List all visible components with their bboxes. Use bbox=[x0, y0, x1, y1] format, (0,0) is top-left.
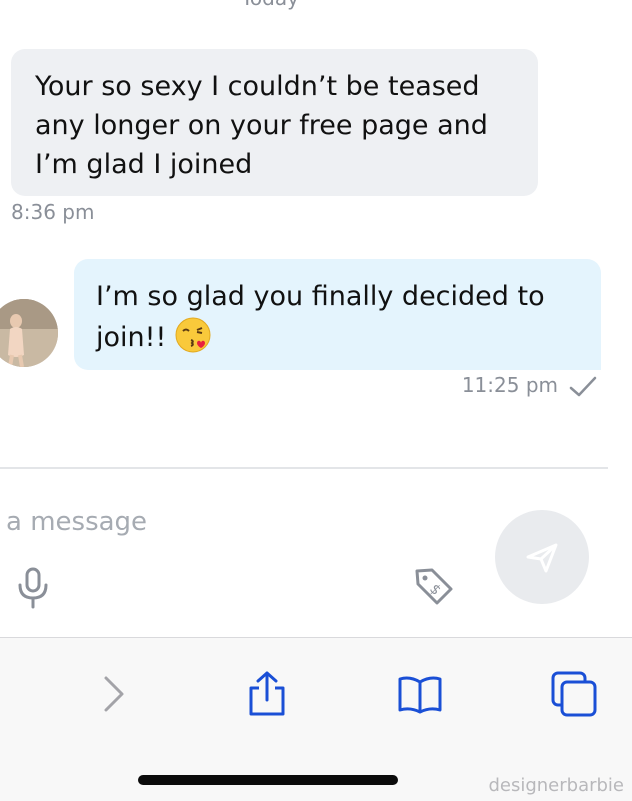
price-tag-icon[interactable]: $ bbox=[413, 566, 455, 608]
tabs-icon[interactable] bbox=[550, 670, 598, 718]
home-indicator[interactable] bbox=[138, 775, 398, 785]
send-button[interactable] bbox=[495, 510, 589, 604]
browser-toolbar: designerbarbie bbox=[0, 637, 632, 801]
watermark: designerbarbie bbox=[488, 775, 624, 796]
forward-icon[interactable] bbox=[90, 670, 138, 718]
check-icon bbox=[569, 376, 597, 397]
message-timestamp: 8:36 pm bbox=[11, 200, 95, 224]
outgoing-message-bubble[interactable]: I’m so glad you finally decided to join!… bbox=[74, 259, 601, 370]
send-icon bbox=[526, 543, 558, 573]
avatar[interactable] bbox=[0, 299, 58, 367]
composer-divider bbox=[0, 467, 608, 469]
share-icon[interactable] bbox=[243, 670, 291, 718]
message-line: Your so sexy I couldn’t be teased bbox=[35, 71, 480, 102]
message-line: any longer on your free page and bbox=[35, 110, 488, 141]
day-separator-label: Today bbox=[0, 0, 540, 10]
kissing-face-emoji bbox=[174, 316, 212, 354]
microphone-icon[interactable] bbox=[16, 567, 50, 609]
avatar-photo bbox=[0, 299, 58, 367]
message-line: I’m so glad you finally decided to bbox=[96, 281, 545, 312]
message-line: I’m glad I joined bbox=[35, 149, 253, 180]
message-timestamp: 11:25 pm bbox=[461, 373, 558, 397]
incoming-message-bubble[interactable]: Your so sexy I couldn’t be teased any lo… bbox=[11, 49, 538, 196]
message-line: join!! bbox=[96, 322, 167, 353]
bookmarks-icon[interactable] bbox=[396, 670, 444, 718]
message-input[interactable] bbox=[6, 500, 466, 544]
